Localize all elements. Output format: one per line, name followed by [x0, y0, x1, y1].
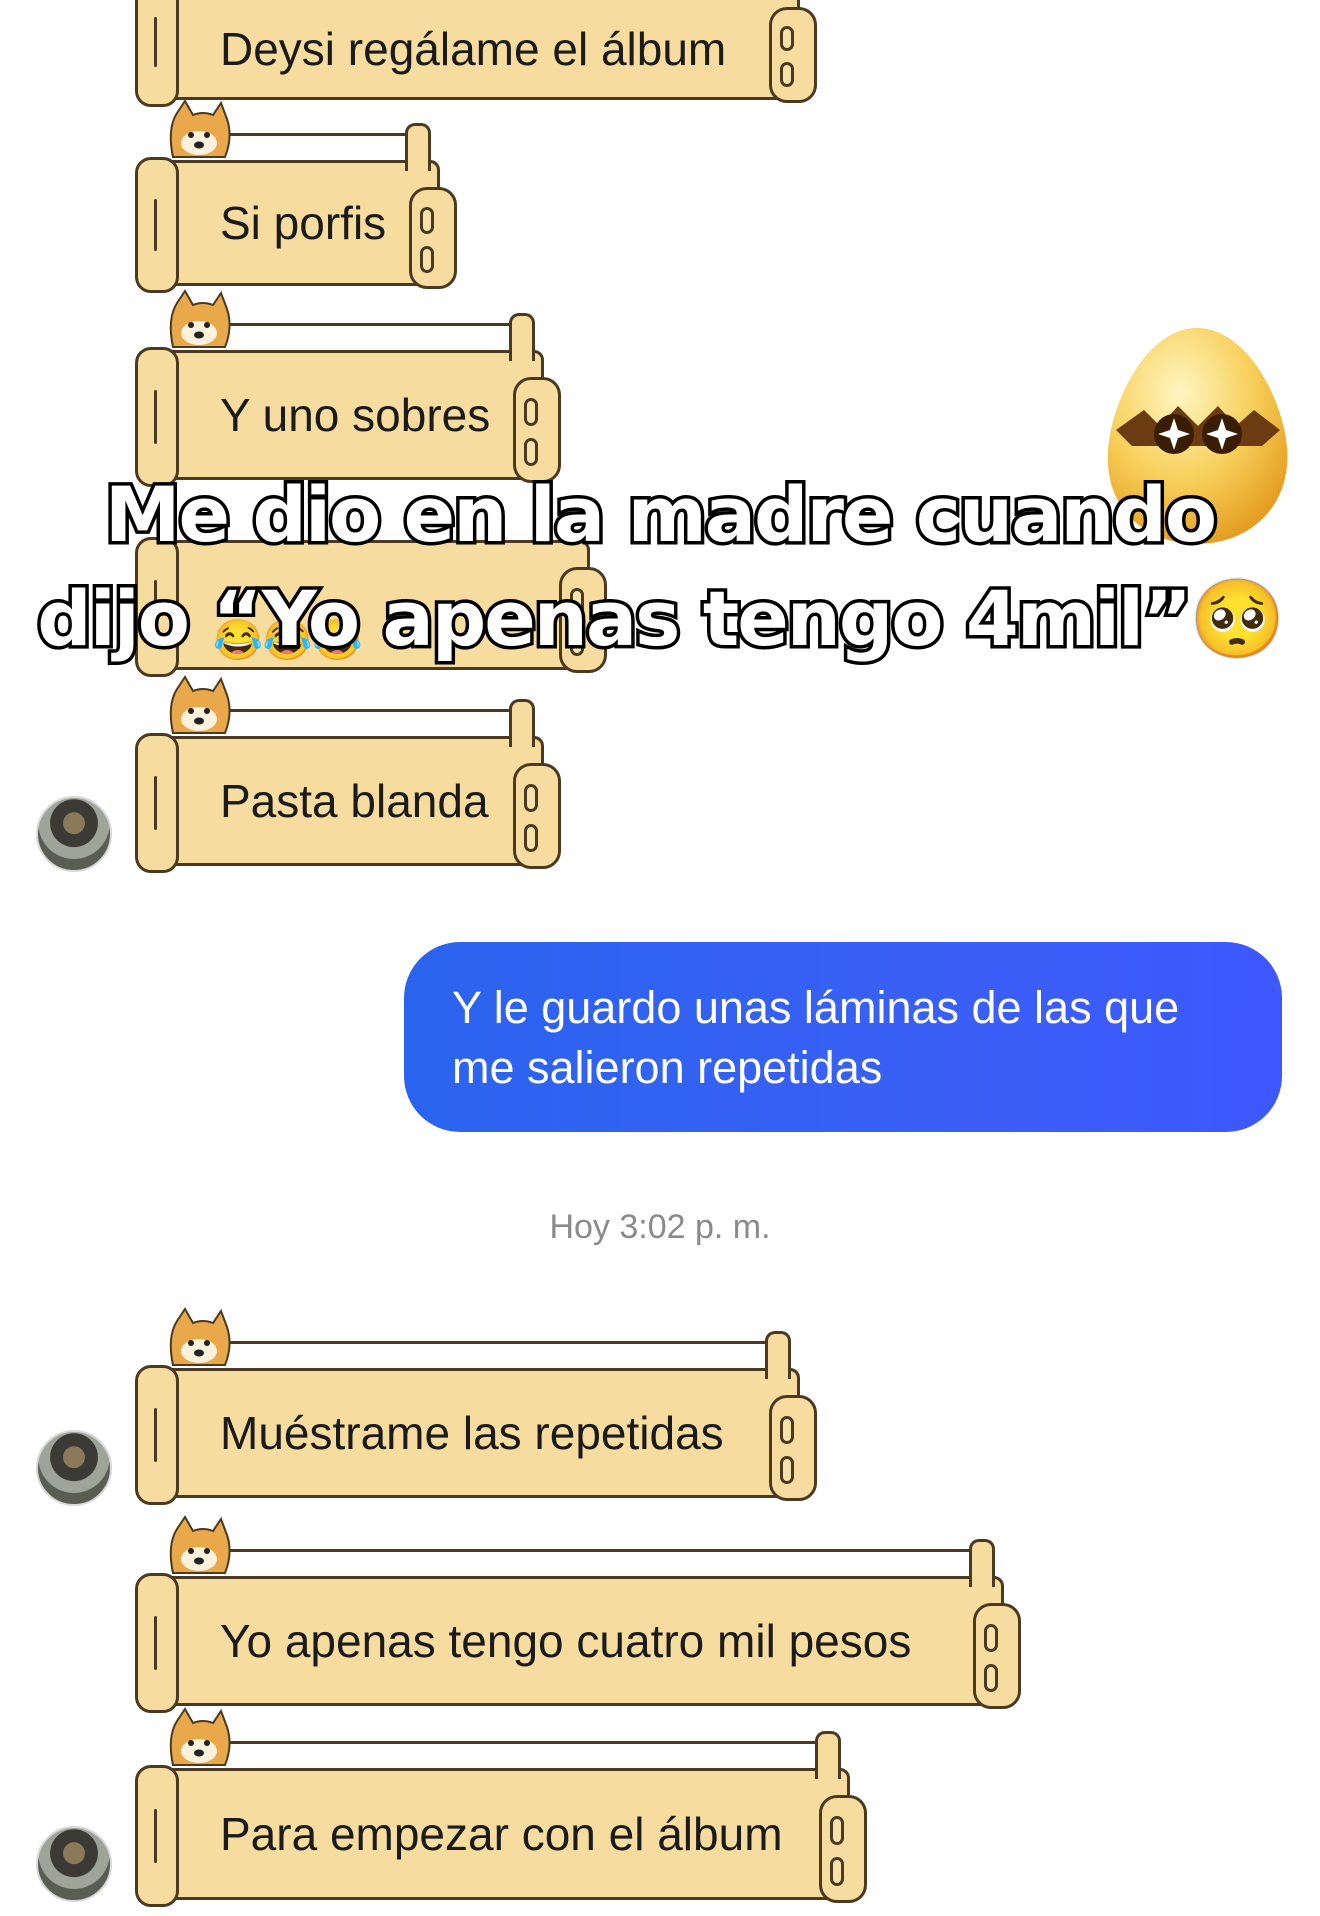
message-text: Muéstrame las repetidas — [220, 1407, 724, 1459]
scroll-tab — [405, 123, 431, 171]
message-text: Y uno sobres — [220, 389, 491, 441]
message-bubble-scroll[interactable]: Y uno sobres — [135, 289, 561, 487]
scroll-roll-left — [135, 0, 179, 107]
user-avatar[interactable] — [36, 1430, 112, 1506]
scroll-top-edge — [223, 133, 407, 165]
scroll-top-edge — [223, 1741, 817, 1773]
message-text: Yo apenas tengo cuatro mil pesos — [220, 1615, 912, 1667]
scroll-tab — [509, 699, 535, 747]
scroll-roll-left — [135, 1765, 179, 1907]
scroll-roll-right — [769, 1395, 817, 1501]
scroll-roll-left — [135, 733, 179, 873]
scroll-top-edge — [223, 323, 511, 355]
outgoing-message-bubble[interactable]: Y le guardo unas láminas de las que me s… — [404, 942, 1282, 1132]
doge-head-icon — [169, 1707, 231, 1766]
message-text: Deysi regálame el álbum — [220, 23, 727, 76]
doge-head-icon — [169, 1515, 231, 1574]
outgoing-message-line: Y le guardo unas láminas de las que — [452, 982, 1180, 1033]
message-timestamp: Hoy 3:02 p. m. — [549, 1208, 771, 1246]
message-text: Si porfis — [220, 197, 387, 249]
scroll-top-edge — [223, 709, 511, 741]
message-bubble-scroll[interactable]: Muéstrame las repetidas — [135, 1307, 817, 1505]
scroll-roll-left — [135, 1573, 179, 1713]
user-avatar[interactable] — [36, 796, 112, 872]
scroll-tab — [765, 1331, 791, 1379]
scroll-roll-left — [135, 157, 179, 293]
message-bubble-scroll[interactable]: Para empezar con el álbum — [135, 1707, 867, 1907]
scroll-roll-right — [513, 763, 561, 869]
scroll-roll-right — [973, 1603, 1021, 1709]
scroll-top-edge — [223, 1549, 971, 1581]
scroll-tab — [815, 1731, 841, 1779]
video-caption-line: dijo “Yo apenas tengo 4mil”🥺 — [34, 571, 1288, 667]
video-caption-line: Me dio en la madre cuando — [101, 467, 1220, 563]
doge-head-icon — [169, 1307, 231, 1366]
scroll-top-edge — [223, 1341, 767, 1373]
scroll-roll-right — [819, 1795, 867, 1903]
outgoing-message-line: me salieron repetidas — [452, 1042, 883, 1093]
scroll-tab — [509, 313, 535, 361]
message-bubble-scroll[interactable]: Deysi regálame el álbum — [135, 0, 817, 107]
scroll-roll-left — [135, 1365, 179, 1505]
doge-head-icon — [169, 99, 231, 158]
message-text: Para empezar con el álbum — [220, 1808, 783, 1860]
message-bubble-scroll[interactable]: Si porfis — [135, 99, 457, 293]
scroll-tab — [969, 1539, 995, 1587]
scroll-roll-right — [409, 187, 457, 289]
scroll-roll-right — [513, 377, 561, 483]
scroll-roll-right — [769, 7, 817, 103]
message-text: Pasta blanda — [220, 775, 489, 827]
scroll-roll-left — [135, 347, 179, 487]
message-bubble-scroll[interactable]: Pasta blanda — [135, 675, 561, 873]
doge-head-icon — [169, 289, 231, 348]
doge-head-icon — [169, 675, 231, 734]
message-bubble[interactable]: Deysi regálame el álbum — [0, 0, 1320, 110]
user-avatar[interactable] — [36, 1826, 112, 1902]
message-bubble-scroll[interactable]: Yo apenas tengo cuatro mil pesos — [135, 1515, 1021, 1713]
